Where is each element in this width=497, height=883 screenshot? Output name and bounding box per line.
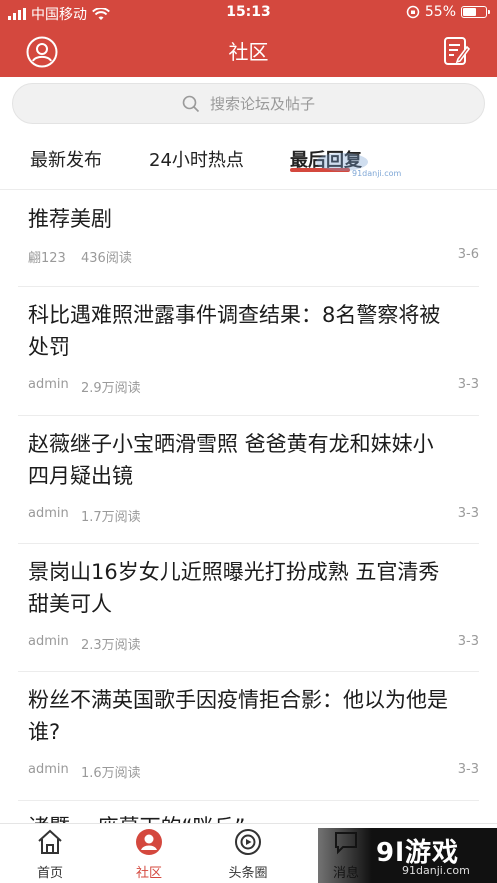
- post-date: 3-3: [457, 377, 479, 392]
- post-meta: admin 1.6万阅读 3-3: [28, 762, 479, 782]
- post-title: 粉丝不满英国歌手因疫情拒合影：他以为他是谁?: [28, 688, 448, 744]
- tabbar-community[interactable]: 社区: [119, 828, 179, 881]
- watermark-logo: 91danji.com: [316, 153, 402, 178]
- post-list: 推荐美剧 翩123 436阅读 3-6 科比遇难照泄露事件调查结果：8名警察将被…: [0, 191, 497, 823]
- tab-hot-24h[interactable]: 24小时热点: [149, 146, 244, 172]
- compose-icon[interactable]: [443, 35, 471, 67]
- home-icon: [38, 829, 62, 854]
- top-header: 中国移动 15:13 55% 社区: [0, 0, 497, 77]
- post-date: 3-3: [457, 634, 479, 649]
- post-title: 推荐美剧: [28, 207, 112, 231]
- orientation-lock-icon: [406, 5, 420, 19]
- post-title: 赵薇继子小宝晒滑雪照 爸爸黄有龙和妹妹小四月疑出镜: [28, 432, 434, 488]
- tabbar-label: 首页: [36, 866, 63, 881]
- tabbar-label: 社区: [135, 866, 162, 881]
- tabbar-label: 头条圈: [228, 866, 268, 881]
- tab-latest[interactable]: 最新发布: [30, 146, 102, 172]
- post-date: 3-3: [457, 762, 479, 777]
- post-title: 景岗山16岁女儿近照曝光打扮成熟 五官清秀甜美可人: [28, 560, 440, 616]
- post-date: 3-6: [457, 247, 479, 262]
- post-reads: 2.3万阅读: [81, 638, 141, 653]
- search-bar[interactable]: 搜索论坛及帖子: [12, 83, 485, 124]
- list-item[interactable]: 景岗山16岁女儿近照曝光打扮成熟 五官清秀甜美可人 admin 2.3万阅读 3…: [18, 544, 479, 672]
- svg-text:91danji.com: 91danji.com: [352, 169, 402, 178]
- post-author: admin: [28, 506, 69, 521]
- list-item[interactable]: 科比遇难照泄露事件调查结果：8名警察将被处罚 admin 2.9万阅读 3-3: [18, 287, 479, 416]
- list-item[interactable]: 推荐美剧 翩123 436阅读 3-6: [18, 191, 479, 287]
- status-bar: 中国移动 15:13 55%: [0, 0, 497, 26]
- battery-icon: [461, 6, 490, 18]
- post-meta: admin 2.9万阅读 3-3: [28, 377, 479, 397]
- headline-icon: [235, 829, 261, 855]
- battery-percent: 55%: [424, 4, 456, 20]
- post-author: admin: [28, 634, 69, 649]
- post-author: 翩123: [28, 251, 66, 266]
- post-meta: 翩123 436阅读 3-6: [28, 247, 479, 267]
- tab-bar: 最新发布 24小时热点 最后回复: [0, 140, 497, 190]
- search-placeholder: 搜索论坛及帖子: [209, 95, 315, 113]
- list-item[interactable]: 粉丝不满英国歌手因疫情拒合影：他以为他是谁? admin 1.6万阅读 3-3: [18, 672, 479, 801]
- post-title: 科比遇难照泄露事件调查结果：8名警察将被处罚: [28, 303, 441, 359]
- list-item[interactable]: 赵薇继子小宝晒滑雪照 爸爸黄有龙和妹妹小四月疑出镜 admin 1.7万阅读 3…: [18, 416, 479, 544]
- post-reads: 1.6万阅读: [81, 766, 141, 781]
- post-reads: 2.9万阅读: [81, 381, 141, 396]
- post-title: 诸暨 一座墓下的“咪丘”: [28, 811, 451, 823]
- list-item[interactable]: 诸暨 一座墓下的“咪丘”: [18, 801, 479, 823]
- tabbar-headline[interactable]: 头条圈: [218, 828, 278, 881]
- tabbar-home[interactable]: 首页: [20, 828, 80, 881]
- community-icon: [136, 829, 162, 855]
- watermark-corner-logo: 9l游戏 91danji.com: [318, 828, 497, 883]
- post-date: 3-3: [457, 506, 479, 521]
- post-meta: admin 1.7万阅读 3-3: [28, 506, 479, 526]
- nav-bar: 社区: [0, 26, 497, 77]
- post-author: admin: [28, 762, 69, 777]
- post-meta: admin 2.3万阅读 3-3: [28, 634, 479, 654]
- post-author: admin: [28, 377, 69, 392]
- watermark-logo-url: 91danji.com: [402, 864, 470, 877]
- post-reads: 1.7万阅读: [81, 510, 141, 525]
- page-title: 社区: [228, 40, 269, 64]
- search-icon: [182, 95, 200, 112]
- post-reads: 436阅读: [81, 251, 132, 266]
